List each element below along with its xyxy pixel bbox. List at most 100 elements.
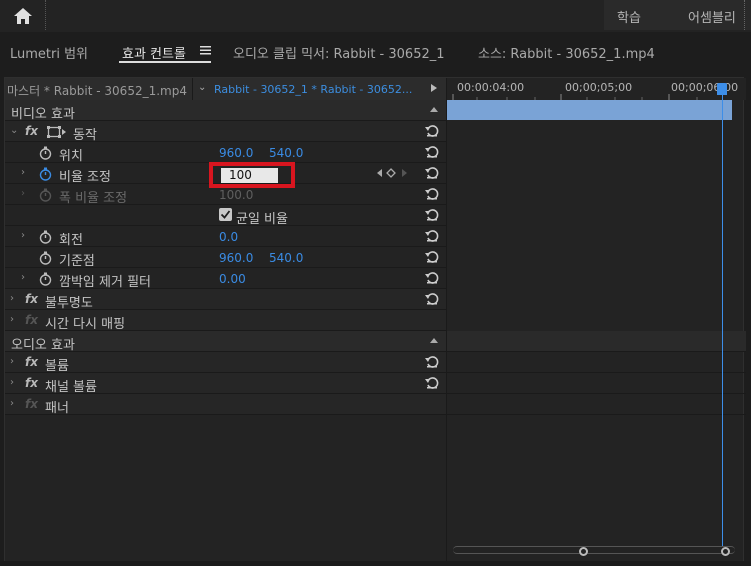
- tab-lumetri-scopes[interactable]: Lumetri 범위: [10, 43, 88, 62]
- playhead-line[interactable]: [722, 86, 723, 546]
- previous-keyframe-icon[interactable]: [377, 169, 382, 177]
- reset-icon[interactable]: [425, 355, 439, 369]
- chevron-right-icon: ›: [21, 188, 25, 199]
- video-effects-header: 비디오 효과: [5, 100, 446, 122]
- top-bar: 학습 어셈블리: [0, 0, 751, 32]
- stopwatch-icon[interactable]: [39, 272, 52, 286]
- effect-volume: › fx 볼륨: [5, 352, 446, 374]
- timeline-audio-section: [447, 331, 746, 352]
- effect-panner: › fx 패너: [5, 394, 446, 416]
- property-position: 위치 960.0 540.0: [5, 142, 446, 164]
- chevron-right-icon[interactable]: ›: [10, 398, 14, 409]
- bottom-strip: [0, 561, 751, 566]
- timeline-row: [447, 352, 746, 373]
- anchor-y-value[interactable]: 540.0: [269, 251, 303, 265]
- stopwatch-icon[interactable]: [39, 230, 52, 244]
- home-icon[interactable]: [12, 6, 34, 26]
- checkmark-icon: [220, 210, 231, 219]
- reset-icon[interactable]: [425, 376, 439, 390]
- master-clip-label[interactable]: 마스터 * Rabbit - 30652_1.mp4: [7, 82, 187, 99]
- reset-icon[interactable]: [425, 208, 439, 222]
- add-keyframe-icon[interactable]: [386, 168, 396, 178]
- transform-icon[interactable]: [47, 126, 67, 138]
- section-label: 비디오 효과: [11, 107, 75, 122]
- panel-menu-icon[interactable]: [200, 45, 211, 55]
- zoom-handle-right[interactable]: [721, 547, 730, 556]
- fx-icon[interactable]: fx: [25, 124, 38, 138]
- stopwatch-icon[interactable]: [39, 167, 52, 181]
- workspace-assembly[interactable]: 어셈블리: [688, 7, 736, 26]
- fx-icon[interactable]: fx: [25, 376, 38, 390]
- effect-opacity: › fx 불투명도: [5, 289, 446, 311]
- reset-icon[interactable]: [425, 145, 439, 159]
- chevron-down-icon[interactable]: ⌄: [10, 125, 18, 136]
- reset-icon[interactable]: [425, 124, 439, 138]
- reset-icon[interactable]: [425, 292, 439, 306]
- position-y-value[interactable]: 540.0: [269, 146, 303, 160]
- chevron-right-icon[interactable]: ›: [10, 293, 14, 304]
- scale-width-value: 100.0: [219, 188, 254, 202]
- reset-icon[interactable]: [425, 166, 439, 180]
- time-ruler[interactable]: 00:00:04:00 00;00;05;00 00;00;06;00: [447, 78, 746, 100]
- playhead-handle[interactable]: [717, 83, 727, 95]
- chevron-right-icon[interactable]: ›: [10, 377, 14, 388]
- fx-icon: fx: [25, 313, 38, 327]
- effect-name: 채널 볼륨: [45, 380, 97, 395]
- next-keyframe-icon[interactable]: [402, 169, 407, 177]
- source-bar: 마스터 * Rabbit - 30652_1.mp4 ⌄ Rabbit - 30…: [5, 78, 446, 100]
- effect-timeline: 00:00:04:00 00;00;05;00 00;00;06;00: [446, 78, 746, 566]
- stopwatch-icon: [39, 188, 52, 202]
- property-uniform-scale: 균일 비율: [5, 205, 446, 227]
- effect-name: 볼륨: [45, 359, 69, 374]
- stopwatch-icon[interactable]: [39, 146, 52, 160]
- chevron-right-icon[interactable]: ›: [21, 230, 25, 241]
- tab-source[interactable]: 소스: Rabbit - 30652_1.mp4: [478, 43, 655, 62]
- sequence-clip-label[interactable]: Rabbit - 30652_1 * Rabbit - 30652...: [214, 83, 412, 96]
- section-label: 오디오 효과: [11, 338, 75, 353]
- position-x-value[interactable]: 960.0: [219, 146, 253, 160]
- workspace-switcher: 학습 어셈블리: [604, 0, 751, 30]
- workspace-learning[interactable]: 학습: [617, 7, 641, 26]
- fx-icon[interactable]: fx: [25, 292, 38, 306]
- timeline-zoom-scrollbar[interactable]: [453, 546, 735, 554]
- stopwatch-icon[interactable]: [39, 251, 52, 265]
- anti-flicker-value[interactable]: 0.00: [219, 272, 246, 286]
- property-rotation: › 회전 0.0: [5, 226, 446, 248]
- property-label: 비율 조정: [59, 170, 111, 185]
- reset-icon[interactable]: [425, 229, 439, 243]
- effect-name: 시간 다시 매핑: [45, 317, 126, 332]
- zoom-handle-left[interactable]: [579, 547, 588, 556]
- chevron-right-icon[interactable]: ›: [21, 167, 25, 178]
- chevron-right-icon[interactable]: ›: [21, 272, 25, 283]
- property-anchor-point: 기준점 960.0 540.0: [5, 247, 446, 269]
- property-label: 폭 비율 조정: [59, 191, 128, 206]
- uniform-scale-checkbox[interactable]: [219, 208, 232, 221]
- collapse-icon[interactable]: [430, 338, 438, 343]
- checkbox-label: 균일 비율: [236, 212, 288, 227]
- play-triangle-icon[interactable]: [431, 84, 437, 92]
- fx-icon: fx: [25, 397, 38, 411]
- tab-audio-clip-mixer[interactable]: 오디오 클립 믹서: Rabbit - 30652_1: [233, 43, 445, 62]
- rotation-value[interactable]: 0.0: [219, 230, 238, 244]
- fx-icon[interactable]: fx: [25, 355, 38, 369]
- effect-time-remapping: › fx 시간 다시 매핑: [5, 310, 446, 332]
- audio-effects-header: 오디오 효과: [5, 331, 446, 353]
- effect-motion: ⌄ fx 동작: [5, 121, 446, 143]
- reset-icon[interactable]: [425, 250, 439, 264]
- chevron-right-icon[interactable]: ›: [10, 356, 14, 367]
- timeline-row: [447, 394, 746, 415]
- tab-effect-controls[interactable]: 효과 컨트롤: [122, 43, 186, 62]
- effect-name: 동작: [73, 128, 97, 143]
- timecode-label: 00;00;05;00: [565, 81, 633, 94]
- timecode-label: 00;00;06;00: [671, 81, 739, 94]
- chevron-right-icon[interactable]: ›: [10, 314, 14, 325]
- collapse-icon[interactable]: [430, 107, 438, 112]
- reset-icon[interactable]: [425, 271, 439, 285]
- divider: [744, 0, 745, 30]
- reset-icon[interactable]: [425, 187, 439, 201]
- property-label: 위치: [59, 149, 83, 164]
- panel-tab-bar: Lumetri 범위 효과 컨트롤 오디오 클립 믹서: Rabbit - 30…: [0, 36, 751, 66]
- chevron-down-icon[interactable]: ⌄: [198, 82, 206, 93]
- anchor-x-value[interactable]: 960.0: [219, 251, 253, 265]
- clip-bar[interactable]: [447, 100, 732, 120]
